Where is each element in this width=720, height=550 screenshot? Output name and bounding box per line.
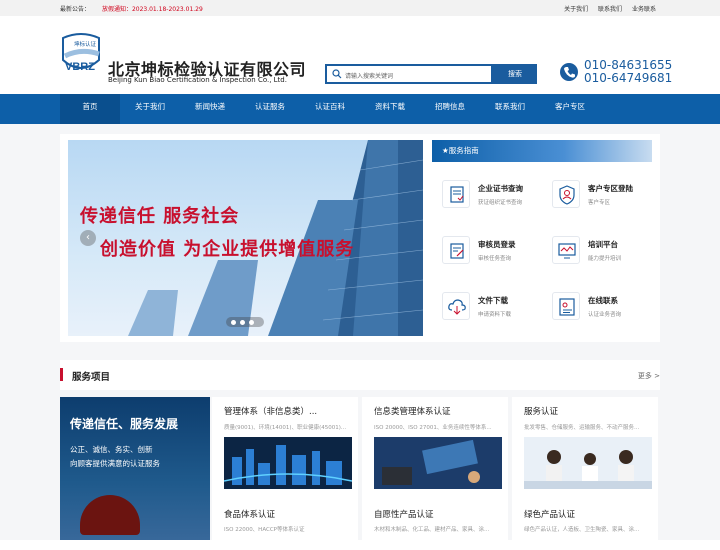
notice-label: 最新公告：: [60, 6, 91, 13]
service-sub: 绿色产品认证，人造板、卫生陶瓷、家具、涂...: [524, 527, 640, 533]
guide-title: 在线联系: [588, 296, 618, 305]
service-image: [374, 437, 502, 489]
top-link-business[interactable]: 业务联系: [632, 6, 656, 13]
service-title: 绿色产品认证: [524, 510, 576, 520]
stamp-image: [80, 495, 140, 535]
main-nav: 首页 关于我们 新闻快递 认证服务 认证百科 资料下载 招聘信息 联系我们 客户…: [0, 94, 720, 124]
promo-panel[interactable]: 传递信任、服务发展 公正、诚信、务实、创新 向顾客提供满意的认证服务: [60, 397, 210, 540]
header: VBRZ 坤标认证 北京坤标检验认证有限公司 Beijing Kun Biao …: [0, 16, 720, 94]
section-accent-bar: [60, 368, 63, 381]
guide-title: 审核员登录: [478, 240, 516, 249]
guide-sub: 客户专区: [588, 200, 611, 206]
company-logo[interactable]: VBRZ 坤标认证: [60, 30, 102, 78]
banner-line-2: 创造价值 为企业提供增值服务: [100, 239, 355, 260]
banner-dot[interactable]: [231, 320, 236, 325]
hero-banner[interactable]: 传递信任 服务社会 创造价值 为企业提供增值服务 ‹: [68, 140, 423, 336]
top-link-contact[interactable]: 联系我们: [598, 6, 622, 13]
service-sub: ISO 20000、ISO 27001、业务连续性等体系...: [374, 425, 492, 431]
banner-line-1: 传递信任 服务社会: [80, 206, 240, 227]
guide-online-contact[interactable]: 在线联系 认证业务咨询: [544, 280, 652, 332]
cloud-download-icon: [442, 292, 470, 320]
guide-file-download[interactable]: 文件下载 申请资料下载: [434, 280, 542, 332]
guide-training[interactable]: 培训平台 能力提升培训: [544, 224, 652, 276]
banner-dots: [226, 317, 264, 327]
service-title: 服务认证: [524, 407, 559, 417]
company-name-en: Beijing Kun Biao Certification & Inspect…: [108, 76, 287, 84]
service-title: 信息类管理体系认证: [374, 407, 451, 417]
guide-title: 企业证书查询: [478, 184, 523, 193]
nav-cert-services[interactable]: 认证服务: [240, 94, 300, 124]
service-card[interactable]: 食品体系认证 ISO 22000、HACCP等体系认证: [212, 500, 358, 550]
banner-prev-arrow[interactable]: ‹: [80, 230, 96, 246]
service-sub: 批发零售、仓储服务、运输服务、不动产服务...: [524, 425, 640, 431]
guide-title: 培训平台: [588, 240, 618, 249]
shield-user-icon: [552, 180, 580, 208]
guide-sub: 获证组织证书查询: [478, 200, 523, 206]
service-sub: 木材和木制品、化工品、建材产品、家具、涂...: [374, 527, 490, 533]
phone-icon: [560, 63, 578, 81]
notice-text[interactable]: 放假通知：2023.01.18-2023.01.29: [102, 6, 203, 13]
service-title: 管理体系（非信息类）...: [224, 407, 318, 417]
nav-news[interactable]: 新闻快递: [180, 94, 240, 124]
search-icon: [332, 69, 342, 79]
more-link[interactable]: 更多 >: [638, 371, 660, 381]
logo-sub: 坤标认证: [74, 40, 97, 48]
service-guide-title: ★服务指南: [432, 140, 652, 162]
service-image: [224, 437, 352, 489]
promo-line-2: 公正、诚信、务实、创新: [70, 445, 153, 454]
notice: 最新公告： 放假通知：2023.01.18-2023.01.29: [60, 4, 203, 13]
guide-sub: 能力提升培训: [588, 256, 622, 262]
section-title: 服务项目: [72, 372, 111, 383]
nav-about[interactable]: 关于我们: [120, 94, 180, 124]
service-sub: ISO 22000、HACCP等体系认证: [224, 527, 305, 533]
guide-sub: 审核任务查询: [478, 256, 512, 262]
nav-home[interactable]: 首页: [60, 94, 120, 124]
banner-dot[interactable]: [240, 320, 245, 325]
guide-cert-query[interactable]: 企业证书查询 获证组织证书查询: [434, 168, 542, 220]
guide-auditor-login[interactable]: 审核员登录 审核任务查询: [434, 224, 542, 276]
service-card[interactable]: 自愿性产品认证 木材和木制品、化工品、建材产品、家具、涂...: [362, 500, 508, 550]
top-bar: 最新公告： 放假通知：2023.01.18-2023.01.29 关于我们 联系…: [0, 0, 720, 16]
nav-contact[interactable]: 联系我们: [480, 94, 540, 124]
edit-icon: [442, 236, 470, 264]
hero-card: 传递信任 服务社会 创造价值 为企业提供增值服务 ‹ ★服务指南 企业证书查询 …: [60, 134, 660, 342]
search-box: 请输入搜索关键词: [325, 64, 493, 84]
service-image: [524, 437, 652, 489]
services-section-header: 服务项目 更多 >: [60, 360, 660, 390]
top-links: 关于我们 联系我们 业务联系: [556, 4, 656, 13]
contact-card-icon: [552, 292, 580, 320]
guide-client-login[interactable]: 客户专区登陆 客户专区: [544, 168, 652, 220]
search-button[interactable]: 搜索: [493, 64, 537, 84]
service-title: 自愿性产品认证: [374, 510, 434, 520]
guide-sub: 认证业务咨询: [588, 312, 622, 318]
monitor-icon: [552, 236, 580, 264]
service-sub: 质量(9001)、环境(14001)、职业健康(45001)...: [224, 425, 347, 431]
phone-2: 010-64749681: [584, 71, 673, 85]
service-card[interactable]: 服务认证 批发零售、仓储服务、运输服务、不动产服务...: [512, 397, 658, 510]
search-input[interactable]: 请输入搜索关键词: [345, 71, 393, 80]
service-card[interactable]: 信息类管理体系认证 ISO 20000、ISO 27001、业务连续性等体系..…: [362, 397, 508, 510]
phone-numbers: 010-84631655 010-64749681: [584, 59, 672, 85]
guide-title: 客户专区登陆: [588, 184, 633, 193]
top-link-about[interactable]: 关于我们: [564, 6, 588, 13]
nav-cert-wiki[interactable]: 认证百科: [300, 94, 360, 124]
promo-line-1: 传递信任、服务发展: [70, 417, 179, 431]
service-title: 食品体系认证: [224, 510, 276, 520]
nav-client-area[interactable]: 客户专区: [540, 94, 600, 124]
service-card[interactable]: 绿色产品认证 绿色产品认证，人造板、卫生陶瓷、家具、涂...: [512, 500, 658, 550]
nav-downloads[interactable]: 资料下载: [360, 94, 420, 124]
promo-line-3: 向顾客提供满意的认证服务: [70, 459, 160, 468]
nav-jobs[interactable]: 招聘信息: [420, 94, 480, 124]
guide-sub: 申请资料下载: [478, 312, 512, 318]
logo-text: VBRZ: [65, 61, 95, 73]
document-icon: [442, 180, 470, 208]
banner-dot[interactable]: [249, 320, 254, 325]
service-card[interactable]: 管理体系（非信息类）... 质量(9001)、环境(14001)、职业健康(45…: [212, 397, 358, 510]
guide-title: 文件下载: [478, 296, 508, 305]
